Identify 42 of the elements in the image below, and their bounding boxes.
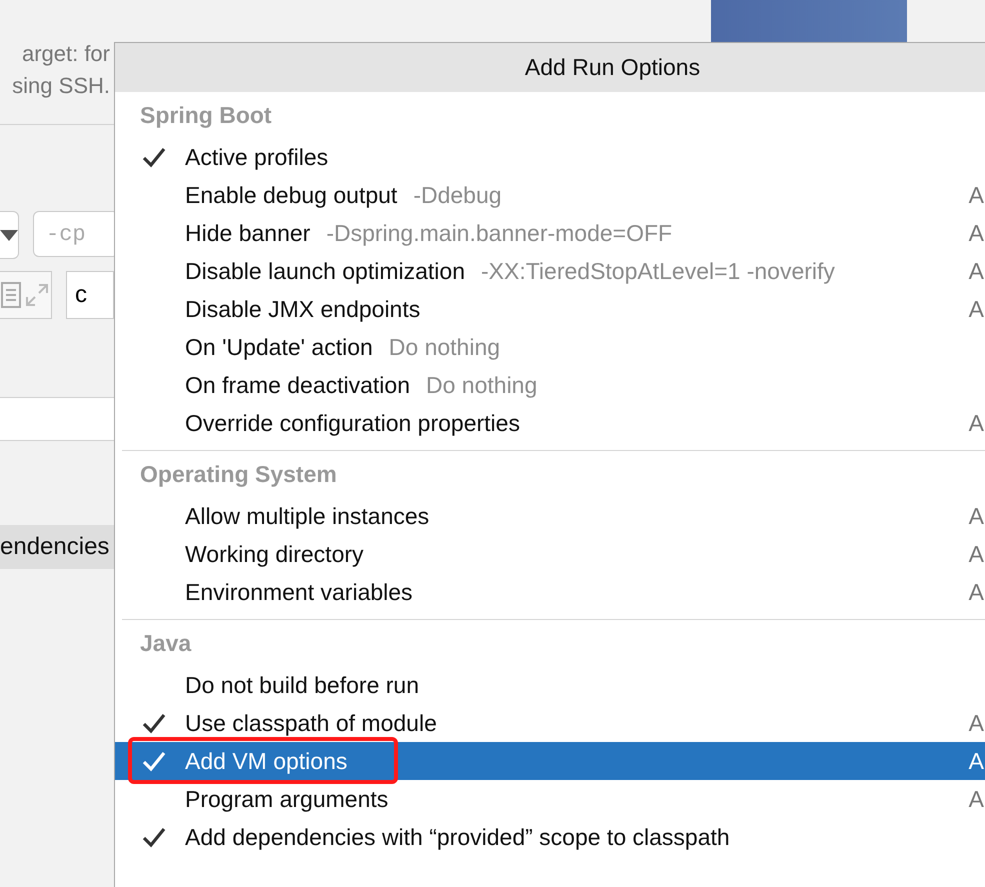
menu-item[interactable]: Do not build before run [115, 666, 985, 704]
shortcut-text: A [968, 182, 985, 208]
description-text: sing SSH. [12, 72, 110, 100]
popup-title: Add Run Options [115, 43, 985, 92]
shortcut-text: A [968, 578, 985, 606]
dropdown[interactable] [0, 211, 19, 259]
hint-text: -Ddebug [413, 182, 502, 208]
menu-item[interactable]: Disable JMX endpoints A [115, 290, 985, 328]
shortcut-text: A [968, 748, 985, 774]
section-heading: Operating System [139, 460, 338, 489]
shortcut-text: A [968, 710, 985, 736]
hint-text: -Dspring.main.banner-mode=OFF [326, 220, 672, 246]
menu-item[interactable]: Active profiles [115, 138, 985, 176]
menu-item[interactable]: Working directory A [115, 535, 985, 573]
menu-item[interactable]: Use classpath of module A [115, 704, 985, 742]
shortcut-text: A [968, 258, 985, 284]
caret-icon [0, 230, 18, 240]
description-text: arget: for [22, 40, 110, 68]
shortcut-text: A [968, 502, 985, 530]
menu-item[interactable]: Override configuration properties A [115, 404, 985, 442]
menu-item[interactable]: On frame deactivation Do nothing [115, 366, 985, 404]
menu-item[interactable]: Program arguments A [115, 780, 985, 818]
section-heading: Java [139, 628, 192, 658]
shortcut-text: A [968, 786, 985, 812]
menu-item[interactable]: Environment variables A [115, 573, 985, 611]
main-class-field[interactable]: c [66, 271, 114, 319]
shortcut-text: A [968, 296, 985, 322]
list-item[interactable]: endencies [0, 525, 114, 569]
menu-item[interactable]: Allow multiple instances A [115, 497, 985, 535]
shortcut-text: A [968, 220, 985, 246]
expand-icon[interactable] [24, 282, 50, 308]
hint-text: Do nothing [426, 372, 538, 398]
section-heading: Spring Boot [139, 100, 273, 130]
shortcut-text: A [968, 410, 985, 436]
document-icon[interactable] [1, 282, 22, 308]
menu-item[interactable]: Add VM options A [115, 742, 985, 780]
hint-text: Do nothing [388, 334, 500, 360]
menu-item[interactable]: Add dependencies with “provided” scope to classpath [115, 818, 985, 856]
menu-item[interactable]: Enable debug output -Ddebug A [115, 176, 985, 214]
menu-item[interactable]: On 'Update' action Do nothing [115, 328, 985, 366]
hint-text: -XX:TieredStopAtLevel=1 -noverify [481, 258, 835, 284]
shortcut-text: A [968, 540, 985, 568]
